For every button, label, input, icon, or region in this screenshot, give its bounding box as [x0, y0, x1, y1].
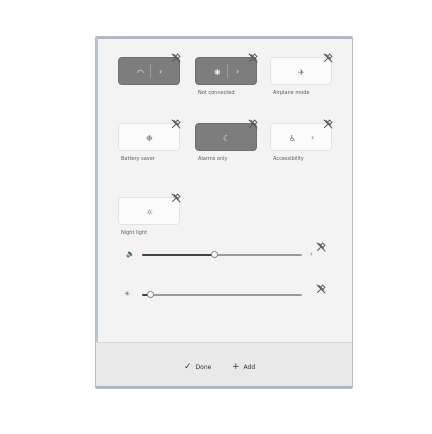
- brightness-icon: ☀: [124, 290, 131, 298]
- unpin-icon[interactable]: [171, 119, 181, 129]
- done-button[interactable]: ✓ Done: [184, 362, 211, 372]
- chevron-right-icon[interactable]: ›: [310, 251, 313, 258]
- panel-left-border: [96, 37, 98, 388]
- battery-saver-icon: ❉: [146, 134, 153, 143]
- unpin-icon[interactable]: [316, 284, 326, 294]
- panel-top-border: [96, 37, 352, 39]
- bluetooth-icon: ✱: [214, 68, 221, 77]
- tile-label-night-light: Night light: [121, 230, 148, 236]
- chevron-right-icon[interactable]: ›: [159, 68, 162, 76]
- tile-label-focus-assist: Alarms only: [198, 156, 228, 162]
- unpin-icon[interactable]: [248, 119, 258, 129]
- airplane-icon: ✈: [298, 68, 305, 77]
- tile-divider: [302, 130, 303, 144]
- add-button[interactable]: + Add: [232, 362, 255, 372]
- done-label: Done: [195, 363, 212, 371]
- moon-icon: ☾: [223, 134, 231, 143]
- tile-label-bluetooth: Not connected: [198, 90, 235, 96]
- checkmark-icon: ✓: [184, 362, 192, 372]
- brightness-slider-thumb[interactable]: [147, 291, 154, 298]
- speaker-icon: 🔈: [126, 250, 135, 258]
- volume-slider-thumb[interactable]: [211, 251, 218, 258]
- brightness-slider-track[interactable]: [142, 294, 302, 296]
- tile-label-accessibility: Accessibility: [273, 156, 304, 162]
- chevron-right-icon[interactable]: ›: [236, 68, 239, 76]
- wifi-icon: ◠: [137, 68, 144, 77]
- chevron-right-icon[interactable]: ›: [311, 134, 314, 142]
- footer-bottom-border: [96, 386, 352, 388]
- edit-footer: ✓ Done + Add: [96, 342, 352, 388]
- accessibility-icon: ♿: [289, 134, 297, 143]
- unpin-icon[interactable]: [248, 53, 258, 63]
- tile-divider: [227, 64, 228, 78]
- volume-slider-fill: [142, 254, 214, 256]
- quick-settings-panel: ◠ › ✱ › Not connected ✈ Airplane mode ❉ Battery …: [95, 36, 353, 389]
- unpin-icon[interactable]: [171, 53, 181, 63]
- unpin-icon[interactable]: [171, 193, 181, 203]
- tile-divider: [150, 64, 151, 78]
- tile-label-airplane: Airplane mode: [273, 90, 310, 96]
- unpin-icon[interactable]: [316, 242, 326, 252]
- screenshot-canvas: ◠ › ✱ › Not connected ✈ Airplane mode ❉ Battery …: [0, 0, 432, 434]
- add-label: Add: [243, 363, 256, 371]
- unpin-icon[interactable]: [323, 119, 333, 129]
- tile-label-battery-saver: Battery saver: [121, 156, 155, 162]
- plus-icon: +: [232, 362, 240, 372]
- unpin-icon[interactable]: [323, 53, 333, 63]
- sun-icon: ☼: [146, 208, 154, 217]
